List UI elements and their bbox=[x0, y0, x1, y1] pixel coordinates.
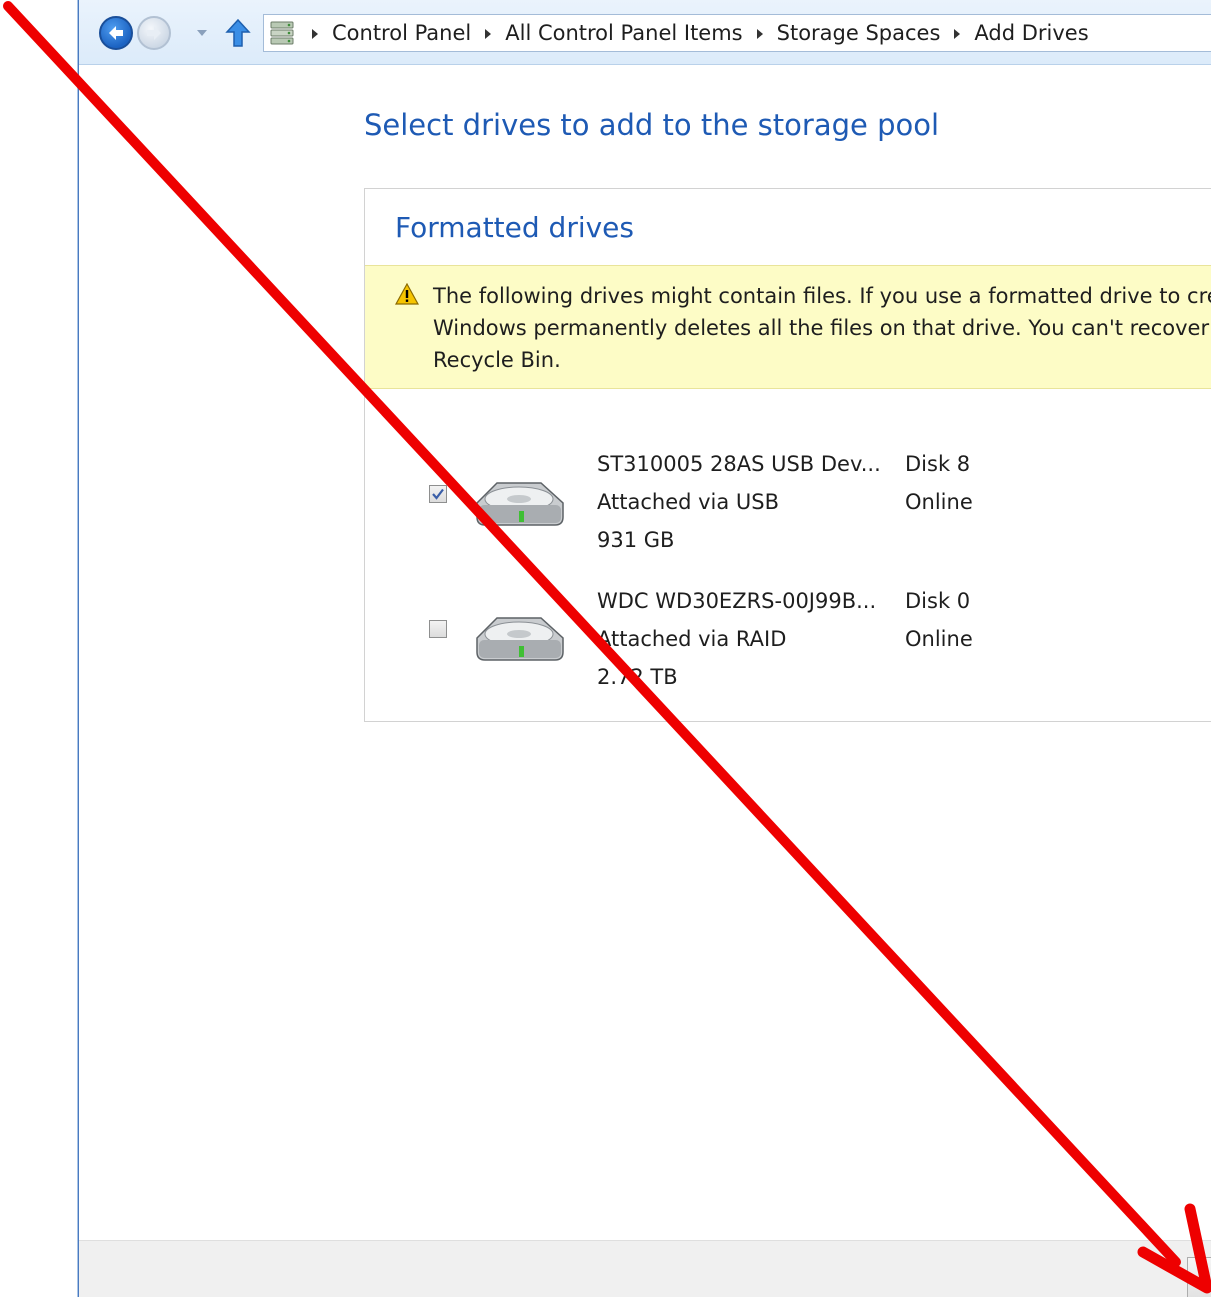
warning-line: The following drives might contain files… bbox=[433, 284, 1211, 308]
formatted-drives-panel: Formatted drives The following drives mi… bbox=[364, 188, 1211, 722]
back-button[interactable] bbox=[99, 16, 133, 50]
drive-status: Online bbox=[905, 627, 973, 651]
breadcrumb-separator-icon[interactable] bbox=[485, 29, 492, 39]
background-strip bbox=[0, 0, 78, 1297]
drive-disk-number: Disk 0 bbox=[905, 589, 971, 613]
breadcrumb-all-items[interactable]: All Control Panel Items bbox=[505, 21, 742, 45]
drive-checkbox[interactable] bbox=[429, 620, 447, 638]
drive-row[interactable]: ST310005 28AS USB Dev... Attached via US… bbox=[365, 445, 1211, 565]
drive-info: WDC WD30EZRS-00J99B... Attached via RAID… bbox=[597, 582, 876, 696]
drive-checkbox[interactable] bbox=[429, 485, 447, 503]
recent-locations-dropdown[interactable] bbox=[197, 30, 207, 36]
drive-row[interactable]: WDC WD30EZRS-00J99B... Attached via RAID… bbox=[365, 582, 1211, 702]
warning-line: Recycle Bin. bbox=[433, 348, 561, 372]
back-arrow-icon bbox=[109, 26, 123, 40]
add-drives-button[interactable] bbox=[1187, 1257, 1211, 1297]
drive-size: 2.72 TB bbox=[597, 665, 678, 689]
warning-banner: The following drives might contain files… bbox=[365, 265, 1211, 389]
control-panel-icon bbox=[270, 21, 294, 45]
drive-disk-info: Disk 0 Online bbox=[905, 582, 973, 658]
drive-size: 931 GB bbox=[597, 528, 675, 552]
drive-disk-number: Disk 8 bbox=[905, 452, 971, 476]
page-title: Select drives to add to the storage pool bbox=[364, 108, 940, 142]
warning-icon bbox=[395, 283, 419, 305]
warning-line: Windows permanently deletes all the file… bbox=[433, 316, 1210, 340]
storage-spaces-window: Control Panel All Control Panel Items Stor… bbox=[78, 0, 1211, 1297]
panel-title: Formatted drives bbox=[395, 211, 634, 244]
forward-button[interactable] bbox=[137, 16, 171, 50]
up-arrow-icon[interactable] bbox=[225, 18, 251, 48]
breadcrumb-add-drives[interactable]: Add Drives bbox=[974, 21, 1088, 45]
checkmark-icon bbox=[432, 488, 444, 500]
breadcrumb-control-panel[interactable]: Control Panel bbox=[332, 21, 471, 45]
warning-text: The following drives might contain files… bbox=[433, 280, 1211, 376]
drive-name: ST310005 28AS USB Dev... bbox=[597, 452, 881, 476]
breadcrumb-separator-icon[interactable] bbox=[312, 29, 318, 39]
forward-arrow-icon bbox=[147, 26, 161, 40]
drive-connection: Attached via RAID bbox=[597, 627, 787, 651]
drive-connection: Attached via USB bbox=[597, 490, 780, 514]
address-field[interactable]: Control Panel All Control Panel Items Stor… bbox=[263, 14, 1211, 52]
breadcrumb-storage-spaces[interactable]: Storage Spaces bbox=[777, 21, 941, 45]
hard-drive-icon bbox=[476, 617, 564, 661]
footer-bar bbox=[79, 1240, 1211, 1297]
address-bar: Control Panel All Control Panel Items Stor… bbox=[79, 0, 1211, 65]
hard-drive-icon bbox=[476, 482, 564, 526]
breadcrumb: Control Panel All Control Panel Items Stor… bbox=[312, 15, 1089, 51]
drive-status: Online bbox=[905, 490, 973, 514]
drive-disk-info: Disk 8 Online bbox=[905, 445, 973, 521]
drive-info: ST310005 28AS USB Dev... Attached via US… bbox=[597, 445, 881, 559]
breadcrumb-separator-icon[interactable] bbox=[954, 29, 961, 39]
drive-name: WDC WD30EZRS-00J99B... bbox=[597, 589, 877, 613]
breadcrumb-separator-icon[interactable] bbox=[756, 29, 763, 39]
